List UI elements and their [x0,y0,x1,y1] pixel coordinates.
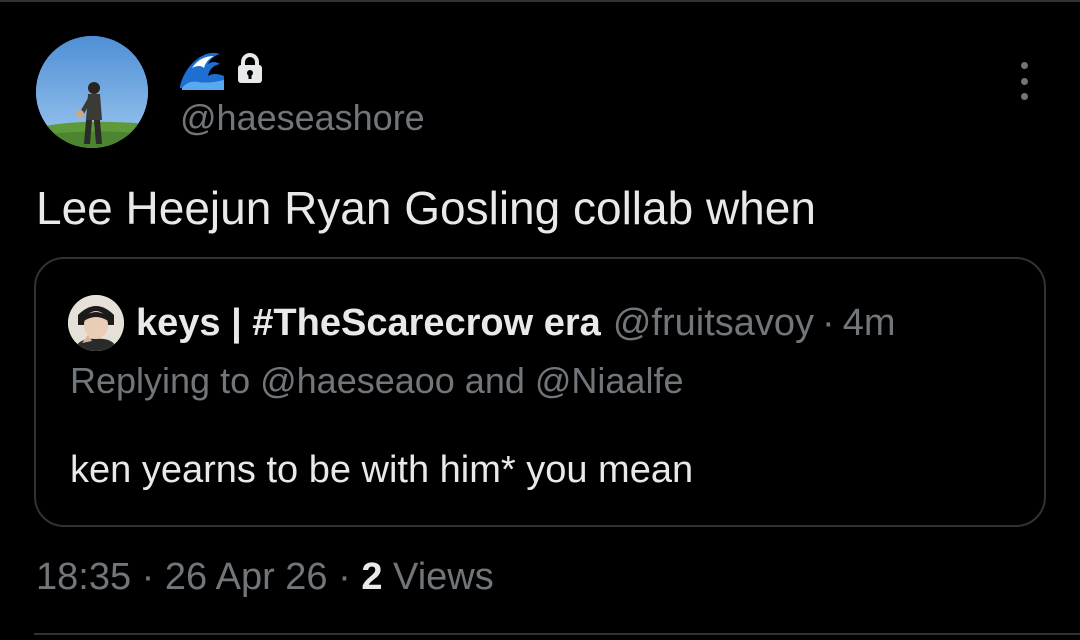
separator-dot: · [822,302,835,344]
quoted-handle[interactable]: @fruitsavoy [613,301,814,345]
author-avatar-image [36,36,148,148]
quoted-display-name[interactable]: keys | #TheScarecrow era [136,301,601,345]
author-handle[interactable]: @haeseashore [180,96,425,140]
replying-to-line: Replying to @haeseaoo and @Niaalfe [70,360,684,401]
bottom-divider [34,633,1080,635]
top-divider [0,0,1080,2]
separator-dot: · [338,556,351,598]
tweet-date[interactable]: 26 Apr 26 [165,556,328,598]
lock-icon [238,53,262,83]
more-dot-icon [1020,62,1028,69]
quoted-tweet-text: ken yearns to be with him* you mean [70,449,694,491]
tweet-text: Lee Heejun Ryan Gosling collab when [36,182,816,234]
author-avatar[interactable] [36,36,148,148]
quoted-author-avatar[interactable] [68,295,124,351]
quoted-avatar-image [68,295,124,351]
separator-dot: · [141,556,155,598]
more-options-button[interactable] [1006,58,1042,104]
views-label[interactable]: Views [393,556,494,598]
tweet-meta-row: 18:35 · 26 Apr 26 · 2 Views [36,554,494,600]
more-dot-icon [1020,93,1028,100]
tweet-time[interactable]: 18:35 [36,556,131,598]
author-name-row [178,46,264,90]
views-count[interactable]: 2 [361,556,382,598]
quoted-tweet-header: keys | #TheScarecrow era @fruitsavoy · 4… [68,295,895,351]
more-dot-icon [1020,77,1028,85]
quoted-timestamp[interactable]: 4m [843,301,896,345]
wave-emoji-icon [180,52,224,90]
quoted-tweet-card[interactable]: keys | #TheScarecrow era @fruitsavoy · 4… [34,257,1046,527]
